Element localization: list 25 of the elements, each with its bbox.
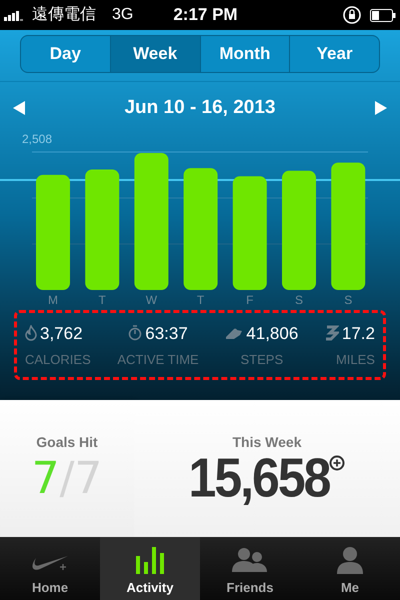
goals-hit: 7: [32, 457, 60, 501]
x-axis-label: S: [344, 293, 352, 304]
clock: 2:17 PM: [173, 4, 238, 26]
network-type: 3G: [112, 5, 134, 25]
stat-value: 41,806: [246, 322, 298, 344]
date-range: Jun 10 - 16, 2013: [124, 96, 276, 120]
stat-label: MILES: [336, 351, 375, 369]
chart-annotation: 2,508: [22, 131, 52, 148]
stat-label: STEPS: [240, 351, 284, 369]
stat-label: CALORIES: [25, 351, 91, 369]
stat-value: 63:37: [145, 322, 188, 344]
x-axis-label: M: [48, 293, 58, 304]
x-axis-label: F: [246, 293, 254, 304]
this-week-value: 15,658: [188, 450, 330, 506]
x-axis-label: T: [196, 293, 204, 304]
carrier-name: 遠傳電信: [32, 4, 96, 25]
goals-separator: /: [60, 457, 74, 501]
stat-value: 17.2: [342, 322, 375, 344]
x-axis-label: T: [98, 293, 106, 304]
stat-value: 3,762: [40, 322, 83, 344]
x-axis-label: W: [146, 293, 158, 304]
stat-label: ACTIVE TIME: [117, 351, 199, 369]
goals-title: Goals Hit: [36, 433, 98, 452]
x-axis-label: S: [295, 293, 303, 304]
this-week-title: This Week: [232, 433, 302, 452]
